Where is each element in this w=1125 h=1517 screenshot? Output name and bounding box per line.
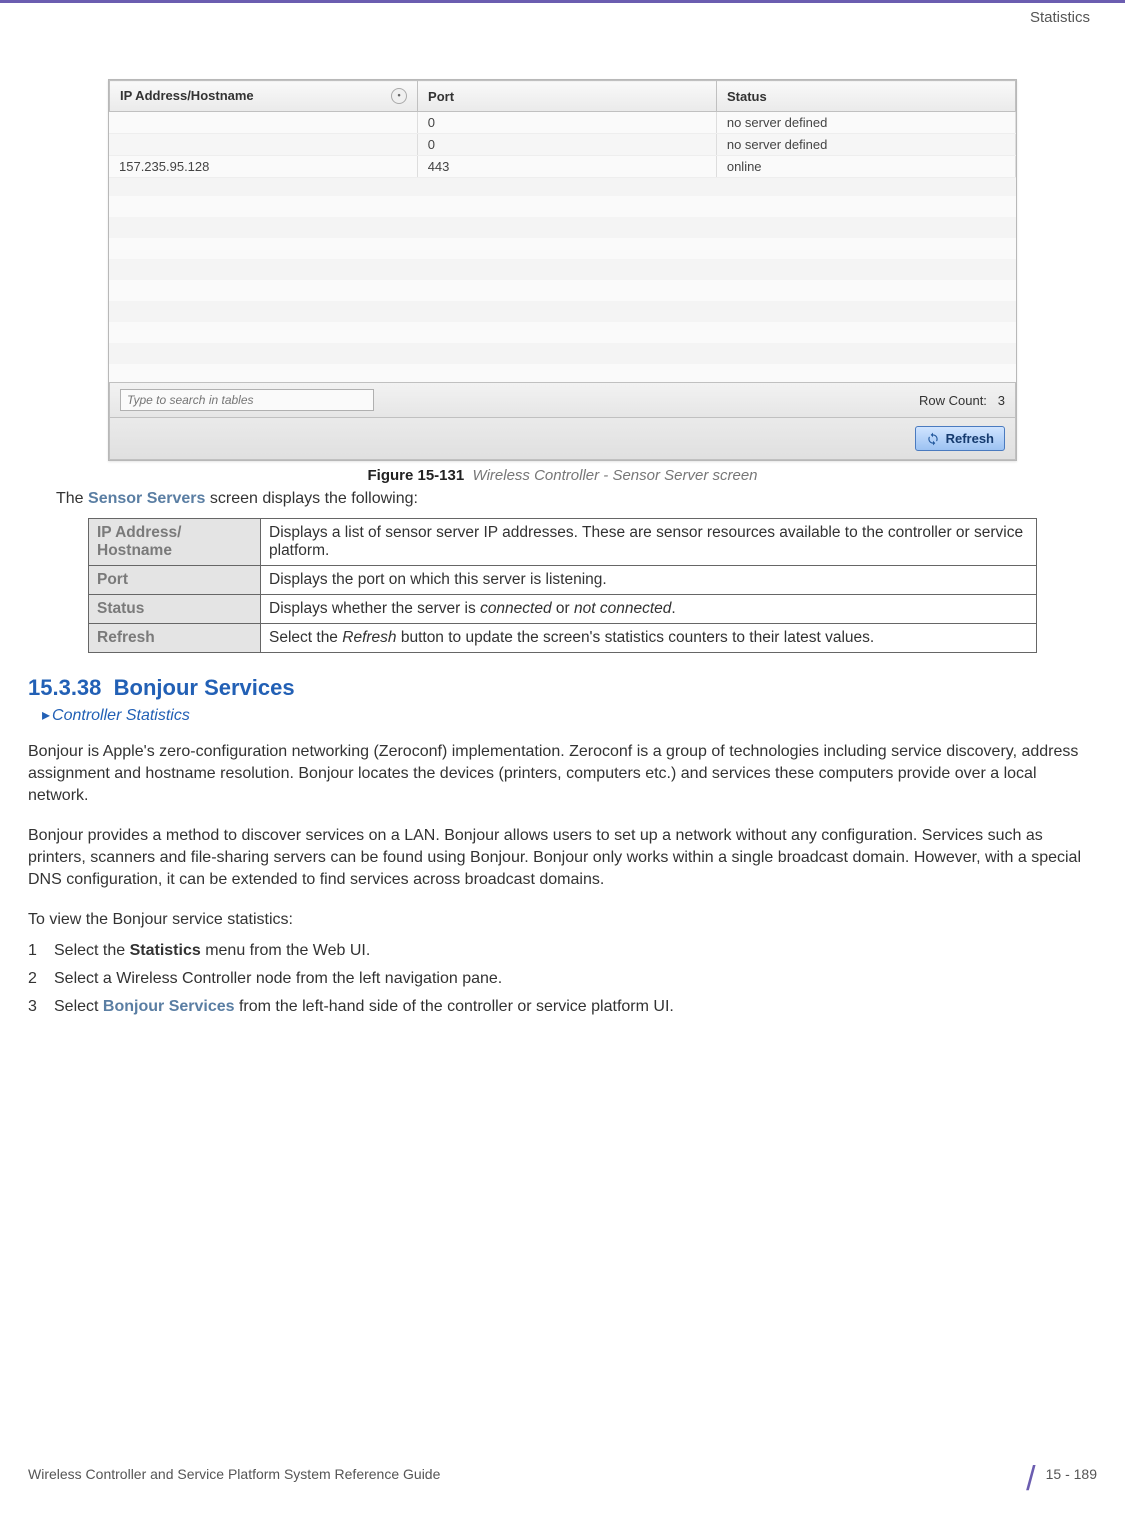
desc-post: button to update the screen's statistics… [397,629,875,646]
paragraph: Bonjour provides a method to discover se… [28,825,1097,891]
cell-port: 0 [417,134,716,156]
desc-mid: or [552,600,574,617]
desc-row: Status Displays whether the server is co… [89,595,1037,624]
steps-list: Select the Statistics menu from the Web … [28,942,1097,1016]
page-header: Statistics [0,0,1125,31]
step-pre: Select [54,998,103,1015]
header-section-label: Statistics [1030,9,1090,26]
cell-ip [109,134,417,156]
col-header-status-label: Status [727,89,767,104]
step-post: menu from the Web UI. [201,942,371,959]
desc-text: Select the Refresh button to update the … [261,624,1037,653]
table-row[interactable]: 0 no server defined [109,112,1016,134]
cell-port: 443 [417,156,716,178]
description-table: IP Address/ Hostname Displays a list of … [88,518,1037,653]
step-item: Select a Wireless Controller node from t… [28,970,1097,988]
table-body-wrapper: 0 no server defined 0 no server defined … [109,112,1016,382]
intro-pre: The [56,490,88,507]
desc-pre: Select the [269,629,342,646]
sensor-server-panel: IP Address/Hostname • Port Status 0 no s… [108,79,1017,461]
intro-line: The Sensor Servers screen displays the f… [56,490,1069,508]
intro-post: screen displays the following: [205,490,418,507]
section-heading: 15.3.38 Bonjour Services [28,675,1097,701]
col-header-status[interactable]: Status [717,81,1016,112]
desc-post: . [671,600,675,617]
col-header-port[interactable]: Port [418,81,717,112]
desc-row: Refresh Select the Refresh button to upd… [89,624,1037,653]
figure-label-ital: Wireless Controller - Sensor Server scre… [473,467,758,484]
intro-bold: Sensor Servers [88,490,205,507]
sensor-table: IP Address/Hostname • Port Status [109,80,1016,112]
step-bold: Statistics [130,942,201,959]
paragraph: To view the Bonjour service statistics: [28,909,1097,931]
row-count: Row Count: 3 [919,393,1005,408]
step-item: Select Bonjour Services from the left-ha… [28,998,1097,1016]
col-header-ip-label: IP Address/Hostname [120,88,254,103]
row-count-value: 3 [998,393,1005,408]
desc-label: Refresh [89,624,261,653]
desc-ital: not connected [574,600,671,617]
desc-row: IP Address/ Hostname Displays a list of … [89,519,1037,566]
col-header-port-label: Port [428,89,454,104]
section-number: 15.3.38 [28,675,101,700]
step-post: from the left-hand side of the controlle… [235,998,674,1015]
cell-status: online [716,156,1015,178]
row-count-label: Row Count: [919,393,987,408]
refresh-icon [926,432,940,446]
cell-ip: 157.235.95.128 [109,156,417,178]
slash-icon: / [1026,1460,1035,1499]
desc-text: Displays the port on which this server i… [261,566,1037,595]
table-row[interactable]: 157.235.95.128 443 online [109,156,1016,178]
desc-text: Displays a list of sensor server IP addr… [261,519,1037,566]
table-header-row: IP Address/Hostname • Port Status [110,81,1016,112]
sort-icon[interactable]: • [391,88,407,104]
section-title: Bonjour Services [114,675,295,700]
footer-pagenum: 15 - 189 [1046,1466,1097,1482]
refresh-button[interactable]: Refresh [915,426,1005,451]
desc-text: Displays whether the server is connected… [261,595,1037,624]
step-item: Select the Statistics menu from the Web … [28,942,1097,960]
step-bold: Bonjour Services [103,998,235,1015]
col-header-ip[interactable]: IP Address/Hostname • [110,81,418,112]
desc-ital: connected [480,600,552,617]
desc-label: Port [89,566,261,595]
cell-status: no server defined [716,112,1015,134]
footer-guide: Wireless Controller and Service Platform… [28,1466,440,1482]
desc-label: Status [89,595,261,624]
figure-label-bold: Figure 15-131 [367,467,464,484]
desc-row: Port Displays the port on which this ser… [89,566,1037,595]
cell-port: 0 [417,112,716,134]
desc-label: IP Address/ Hostname [89,519,261,566]
desc-ital: Refresh [342,629,396,646]
figure-caption: Figure 15-131 Wireless Controller - Sens… [28,467,1097,484]
step-pre: Select the [54,942,130,959]
breadcrumb-link[interactable]: ▸Controller Statistics [42,705,1097,725]
arrow-icon: ▸ [42,705,50,725]
link-text: Controller Statistics [52,707,190,724]
cell-status: no server defined [716,134,1015,156]
search-input[interactable] [120,389,374,411]
page-footer: Wireless Controller and Service Platform… [28,1454,1097,1493]
panel-footer: Row Count: 3 [109,382,1016,418]
table-row[interactable]: 0 no server defined [109,134,1016,156]
cell-ip [109,112,417,134]
refresh-button-label: Refresh [946,431,994,446]
desc-pre: Displays whether the server is [269,600,480,617]
panel-bottombar: Refresh [109,418,1016,460]
paragraph: Bonjour is Apple's zero-configuration ne… [28,741,1097,807]
